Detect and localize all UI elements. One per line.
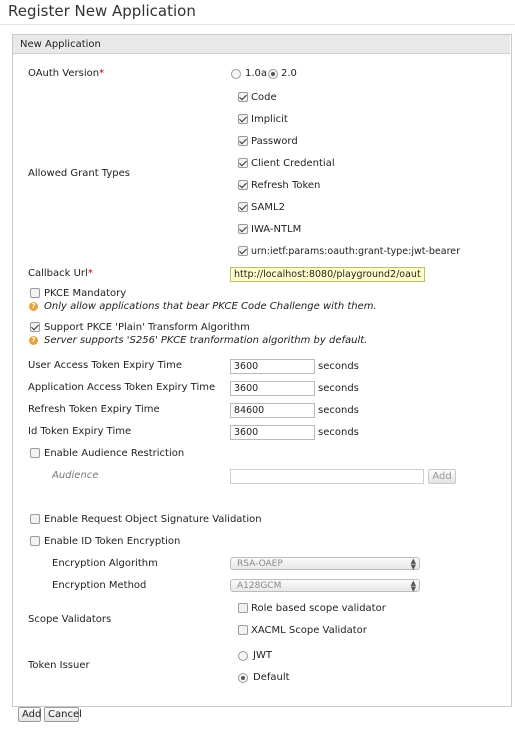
token-issuer-default-radio[interactable] <box>238 673 248 683</box>
grant-saml2-checkbox[interactable] <box>238 202 248 212</box>
token-issuer-jwt-label: JWT <box>253 650 272 661</box>
audience-input[interactable] <box>230 469 424 484</box>
callback-url-label: Callback Url* <box>28 268 93 279</box>
encryption-method-select[interactable]: A128GCM ▲ ▼ <box>230 579 420 593</box>
role-based-scope-validator-label: Role based scope validator <box>251 603 386 614</box>
grant-code-checkbox[interactable] <box>238 92 248 102</box>
page-title: Register New Application <box>8 2 196 20</box>
oauth-version-label: OAuth Version* <box>28 68 105 79</box>
help-icon: ? <box>29 302 38 311</box>
seconds-unit-label: seconds <box>318 383 359 394</box>
request-object-validation-checkbox[interactable] <box>30 514 40 524</box>
grant-types-label: Allowed Grant Types <box>28 168 130 179</box>
user-access-token-expiry-input[interactable] <box>230 359 315 374</box>
grant-saml2-label: SAML2 <box>251 202 285 213</box>
enable-audience-checkbox[interactable] <box>30 448 40 458</box>
oauth-version-2-0-radio[interactable] <box>268 69 278 79</box>
id-token-encryption-checkbox[interactable] <box>30 536 40 546</box>
panel-header-label: New Application <box>20 39 101 50</box>
grant-refresh-token-checkbox[interactable] <box>238 180 248 190</box>
encryption-algorithm-label: Encryption Algorithm <box>52 558 158 569</box>
pkce-plain-checkbox[interactable] <box>30 322 40 332</box>
oauth-version-1-0a-label: 1.0a <box>245 68 268 79</box>
grant-implicit-checkbox[interactable] <box>238 114 248 124</box>
grant-iwa-ntlm-checkbox[interactable] <box>238 224 248 234</box>
refresh-token-expiry-input[interactable] <box>230 403 315 418</box>
user-access-token-expiry-label: User Access Token Expiry Time <box>28 360 183 371</box>
oauth-version-1-0a-radio[interactable] <box>231 69 241 79</box>
grant-iwa-ntlm-label: IWA-NTLM <box>251 224 302 235</box>
request-object-validation-label: Enable Request Object Signature Validati… <box>44 514 262 525</box>
token-issuer-jwt-radio[interactable] <box>238 651 248 661</box>
help-icon: ? <box>29 336 38 345</box>
seconds-unit-label: seconds <box>318 427 359 438</box>
grant-client-credential-label: Client Credential <box>251 158 335 169</box>
audience-field-label: Audience <box>52 470 99 481</box>
token-issuer-label: Token Issuer <box>28 660 90 671</box>
select-arrows-icon: ▲ ▼ <box>410 579 416 593</box>
encryption-algorithm-value: RSA-OAEP <box>237 559 283 569</box>
pkce-mandatory-help-text: Only allow applications that bear PKCE C… <box>44 301 377 312</box>
encryption-method-value: A128GCM <box>237 581 282 591</box>
enable-audience-label: Enable Audience Restriction <box>44 448 185 459</box>
audience-add-button[interactable]: Add <box>428 469 456 484</box>
add-button[interactable]: Add <box>18 707 41 722</box>
encryption-method-label: Encryption Method <box>52 580 147 591</box>
select-arrows-icon: ▲ ▼ <box>410 557 416 571</box>
callback-url-input[interactable] <box>230 267 425 282</box>
grant-refresh-token-label: Refresh Token <box>251 180 321 191</box>
grant-client-credential-checkbox[interactable] <box>238 158 248 168</box>
grant-code-label: Code <box>251 92 277 103</box>
role-based-scope-validator-checkbox[interactable] <box>238 603 248 613</box>
application-access-token-expiry-label: Application Access Token Expiry Time <box>28 382 216 393</box>
id-token-expiry-label: Id Token Expiry Time <box>28 426 132 437</box>
form-footer <box>12 705 510 725</box>
id-token-expiry-input[interactable] <box>230 425 315 440</box>
xacml-scope-validator-label: XACML Scope Validator <box>251 625 367 636</box>
pkce-plain-help-text: Server supports 'S256' PKCE tranformatio… <box>44 335 368 346</box>
scope-validators-label: Scope Validators <box>28 614 112 625</box>
id-token-encryption-label: Enable ID Token Encryption <box>44 536 181 547</box>
xacml-scope-validator-checkbox[interactable] <box>238 625 248 635</box>
token-issuer-default-label: Default <box>253 672 290 683</box>
seconds-unit-label: seconds <box>318 405 359 416</box>
pkce-mandatory-checkbox[interactable] <box>30 288 40 298</box>
seconds-unit-label: seconds <box>318 361 359 372</box>
oauth-version-2-0-label: 2.0 <box>281 68 297 79</box>
grant-jwt-bearer-label: urn:ietf:params:oauth:grant-type:jwt-bea… <box>251 246 461 257</box>
grant-jwt-bearer-checkbox[interactable] <box>238 246 248 256</box>
grant-password-label: Password <box>251 136 298 147</box>
grant-password-checkbox[interactable] <box>238 136 248 146</box>
title-divider <box>0 24 515 25</box>
cancel-button[interactable]: Cancel <box>44 707 82 722</box>
refresh-token-expiry-label: Refresh Token Expiry Time <box>28 404 160 415</box>
grant-implicit-label: Implicit <box>251 114 288 125</box>
pkce-mandatory-label: PKCE Mandatory <box>44 288 127 299</box>
pkce-plain-label: Support PKCE 'Plain' Transform Algorithm <box>44 322 250 333</box>
encryption-algorithm-select[interactable]: RSA-OAEP ▲ ▼ <box>230 557 420 571</box>
application-access-token-expiry-input[interactable] <box>230 381 315 396</box>
